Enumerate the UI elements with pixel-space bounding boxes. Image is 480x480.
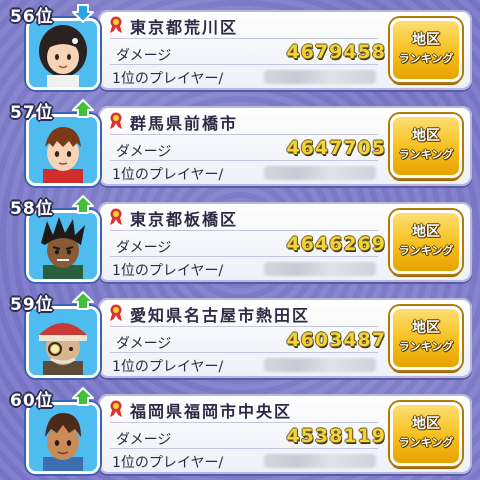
ribbon-icon — [110, 400, 122, 417]
blurred-player-name — [264, 262, 376, 276]
top-player-label: 1位のプレイヤー/ — [112, 167, 224, 183]
top-player-label: 1位のプレイヤー/ — [112, 71, 224, 87]
region-name: 愛知県名古屋市熱田区 — [130, 306, 311, 325]
top-player-label: 1位のプレイヤー/ — [112, 263, 224, 279]
region-name: 群馬県前橋市 — [130, 114, 239, 133]
ranking-list: 東京都荒川区 ダメージ 4679458 1位のプレイヤー/ 地区 ランキング 5… — [0, 0, 480, 480]
old-man-hat-avatar — [26, 306, 100, 378]
button-label-line2: ランキング — [398, 148, 454, 161]
button-label-line1: 地区 — [412, 320, 440, 336]
damage-label: ダメージ — [116, 144, 172, 160]
rank-down-arrow-icon — [72, 4, 94, 23]
ribbon-icon — [110, 208, 122, 225]
blurred-player-name — [264, 358, 376, 372]
damage-label: ダメージ — [116, 240, 172, 256]
top-player-label: 1位のプレイヤー/ — [112, 455, 224, 471]
button-label-line2: ランキング — [398, 436, 454, 449]
divider — [110, 352, 378, 353]
divider — [110, 230, 378, 231]
ranking-row: 東京都板橋区 ダメージ 4646269 1位のプレイヤー/ 地区 ランキング 5… — [10, 195, 472, 282]
ranking-row: 愛知県名古屋市熱田区 ダメージ 4603487 1位のプレイヤー/ 地区 ランキ… — [10, 291, 472, 378]
region-ranking-button[interactable]: 地区 ランキング — [390, 210, 462, 274]
region-ranking-button[interactable]: 地区 ランキング — [390, 18, 462, 82]
button-label-line1: 地区 — [412, 224, 440, 240]
ribbon-icon — [110, 16, 122, 33]
divider — [110, 64, 378, 65]
blurred-player-name — [264, 454, 376, 468]
boy-tan-avatar — [26, 402, 100, 474]
damage-label: ダメージ — [116, 336, 172, 352]
divider — [110, 134, 378, 135]
button-label-line1: 地区 — [412, 32, 440, 48]
ribbon-icon — [110, 112, 122, 129]
ranking-card: 福岡県福岡市中央区 ダメージ 4538119 1位のプレイヤー/ 地区 ランキン… — [98, 394, 472, 474]
ranking-row: 福岡県福岡市中央区 ダメージ 4538119 1位のプレイヤー/ 地区 ランキン… — [10, 387, 472, 474]
ribbon-icon — [110, 304, 122, 321]
divider — [110, 256, 378, 257]
button-label-line2: ランキング — [398, 340, 454, 353]
girl-avatar — [26, 18, 100, 90]
damage-label: ダメージ — [116, 48, 172, 64]
region-name: 東京都板橋区 — [130, 210, 239, 229]
dark-spiky-avatar — [26, 210, 100, 282]
divider — [110, 422, 378, 423]
button-label-line2: ランキング — [398, 244, 454, 257]
damage-value: 4679458 — [286, 41, 386, 63]
region-name: 東京都荒川区 — [130, 18, 239, 37]
button-label-line1: 地区 — [412, 128, 440, 144]
damage-value: 4646269 — [286, 233, 386, 255]
rank-up-arrow-icon — [72, 291, 94, 310]
ranking-row: 群馬県前橋市 ダメージ 4647705 1位のプレイヤー/ 地区 ランキング 5… — [10, 99, 472, 186]
region-name: 福岡県福岡市中央区 — [130, 402, 293, 421]
ranking-card: 東京都荒川区 ダメージ 4679458 1位のプレイヤー/ 地区 ランキング — [98, 10, 472, 90]
rank-number: 59位 — [10, 295, 54, 315]
boy-red-cap-avatar — [26, 114, 100, 186]
rank-number: 56位 — [10, 7, 54, 27]
divider — [110, 38, 378, 39]
damage-value: 4603487 — [286, 329, 386, 351]
region-ranking-button[interactable]: 地区 ランキング — [390, 306, 462, 370]
damage-label: ダメージ — [116, 432, 172, 448]
region-ranking-button[interactable]: 地区 ランキング — [390, 402, 462, 466]
button-label-line2: ランキング — [398, 52, 454, 65]
ranking-card: 愛知県名古屋市熱田区 ダメージ 4603487 1位のプレイヤー/ 地区 ランキ… — [98, 298, 472, 378]
rank-number: 57位 — [10, 103, 54, 123]
button-label-line1: 地区 — [412, 416, 440, 432]
rank-up-arrow-icon — [72, 387, 94, 406]
top-player-label: 1位のプレイヤー/ — [112, 359, 224, 375]
divider — [110, 326, 378, 327]
blurred-player-name — [264, 70, 376, 84]
ranking-card: 群馬県前橋市 ダメージ 4647705 1位のプレイヤー/ 地区 ランキング — [98, 106, 472, 186]
rank-up-arrow-icon — [72, 99, 94, 118]
damage-value: 4538119 — [286, 425, 386, 447]
blurred-player-name — [264, 166, 376, 180]
ranking-row: 東京都荒川区 ダメージ 4679458 1位のプレイヤー/ 地区 ランキング 5… — [10, 4, 472, 90]
divider — [110, 160, 378, 161]
region-ranking-button[interactable]: 地区 ランキング — [390, 114, 462, 178]
damage-value: 4647705 — [286, 137, 386, 159]
ranking-card: 東京都板橋区 ダメージ 4646269 1位のプレイヤー/ 地区 ランキング — [98, 202, 472, 282]
rank-up-arrow-icon — [72, 195, 94, 214]
divider — [110, 448, 378, 449]
rank-number: 60位 — [10, 391, 54, 411]
rank-number: 58位 — [10, 199, 54, 219]
